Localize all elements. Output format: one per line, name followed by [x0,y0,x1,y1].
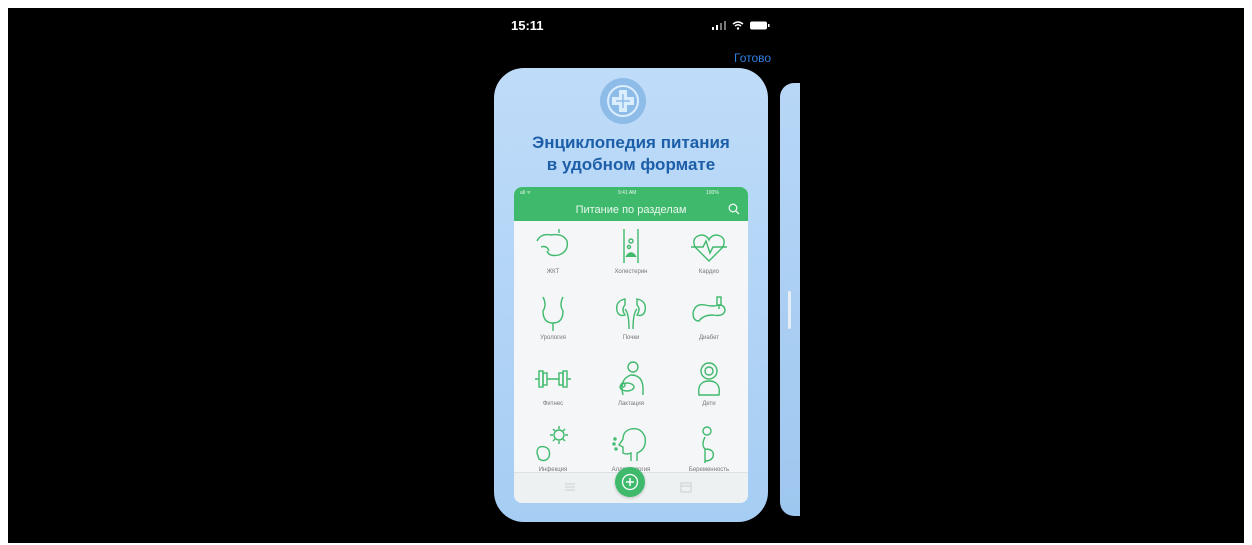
section-label: Холестерин [614,269,648,275]
pregnancy-icon [702,426,715,463]
section-gkt[interactable]: ЖКТ [514,225,592,289]
section-label: Урология [540,335,566,341]
mini-status-battery: 100% [706,190,719,196]
search-icon[interactable] [728,203,740,215]
status-bar: 15:11 [8,8,1244,38]
add-icon [621,473,639,491]
section-label: ЖКТ [546,269,560,275]
allergy-head-icon [612,427,647,461]
section-cholesterol[interactable]: Холестерин [592,225,670,289]
headline-line-2: в удобном формате [546,155,716,174]
list-icon[interactable] [564,482,576,492]
section-label: Дети [702,401,716,407]
done-button[interactable]: Готово [734,51,771,65]
mini-status-bar: all ᯤ 9:41 AM 100% [514,187,748,197]
screen: 15:11 Готово Энциклопедия питания в удоб… [8,8,1244,543]
calendar-icon[interactable] [680,481,692,493]
section-label: Кардио [698,269,720,275]
section-urology[interactable]: Урология [514,291,592,355]
headline-line-1: Энциклопедия питания [532,133,730,152]
section-lactation[interactable]: Лактация [592,357,670,421]
heart-icon [691,234,727,262]
section-label: Диабет [698,335,719,341]
kidneys-icon [615,298,647,330]
tab-bar [514,467,748,503]
dumbbell-icon [535,370,571,388]
medical-cross-icon [600,78,646,124]
virus-icon [536,426,568,462]
breastfeeding-icon [619,361,644,396]
pancreas-icon [692,296,726,322]
app-title: Питание по разделам [575,204,687,216]
battery-icon [750,21,770,30]
status-icons [712,21,770,30]
section-label: Почки [622,335,640,341]
wifi-icon [732,21,744,30]
bladder-icon [542,296,564,331]
scrollbar-thumb[interactable] [788,291,791,329]
status-time: 15:11 [511,18,544,33]
mini-status-time: 9:41 AM [618,190,637,196]
signal-icon [712,21,726,30]
section-cardio[interactable]: Кардио [670,225,748,289]
add-button[interactable] [615,467,645,497]
baby-icon [698,362,720,396]
section-kids[interactable]: Дети [670,357,748,421]
app-header: all ᯤ 9:41 AM 100% Питание по разделам [514,187,748,221]
promo-headline: Энциклопедия питания в удобном формате [494,132,768,176]
mini-status-left: all ᯤ [520,190,531,196]
stomach-icon [536,229,569,257]
promo-card[interactable]: Энциклопедия питания в удобном формате a… [494,68,768,522]
section-label: Лактация [617,401,645,407]
artery-icon [623,229,639,263]
app-preview: all ᯤ 9:41 AM 100% Питание по разделам Ж… [514,187,748,503]
section-fitness[interactable]: Фитнес [514,357,592,421]
section-kidneys[interactable]: Почки [592,291,670,355]
section-label: Фитнес [542,401,564,407]
section-diabetes[interactable]: Диабет [670,291,748,355]
